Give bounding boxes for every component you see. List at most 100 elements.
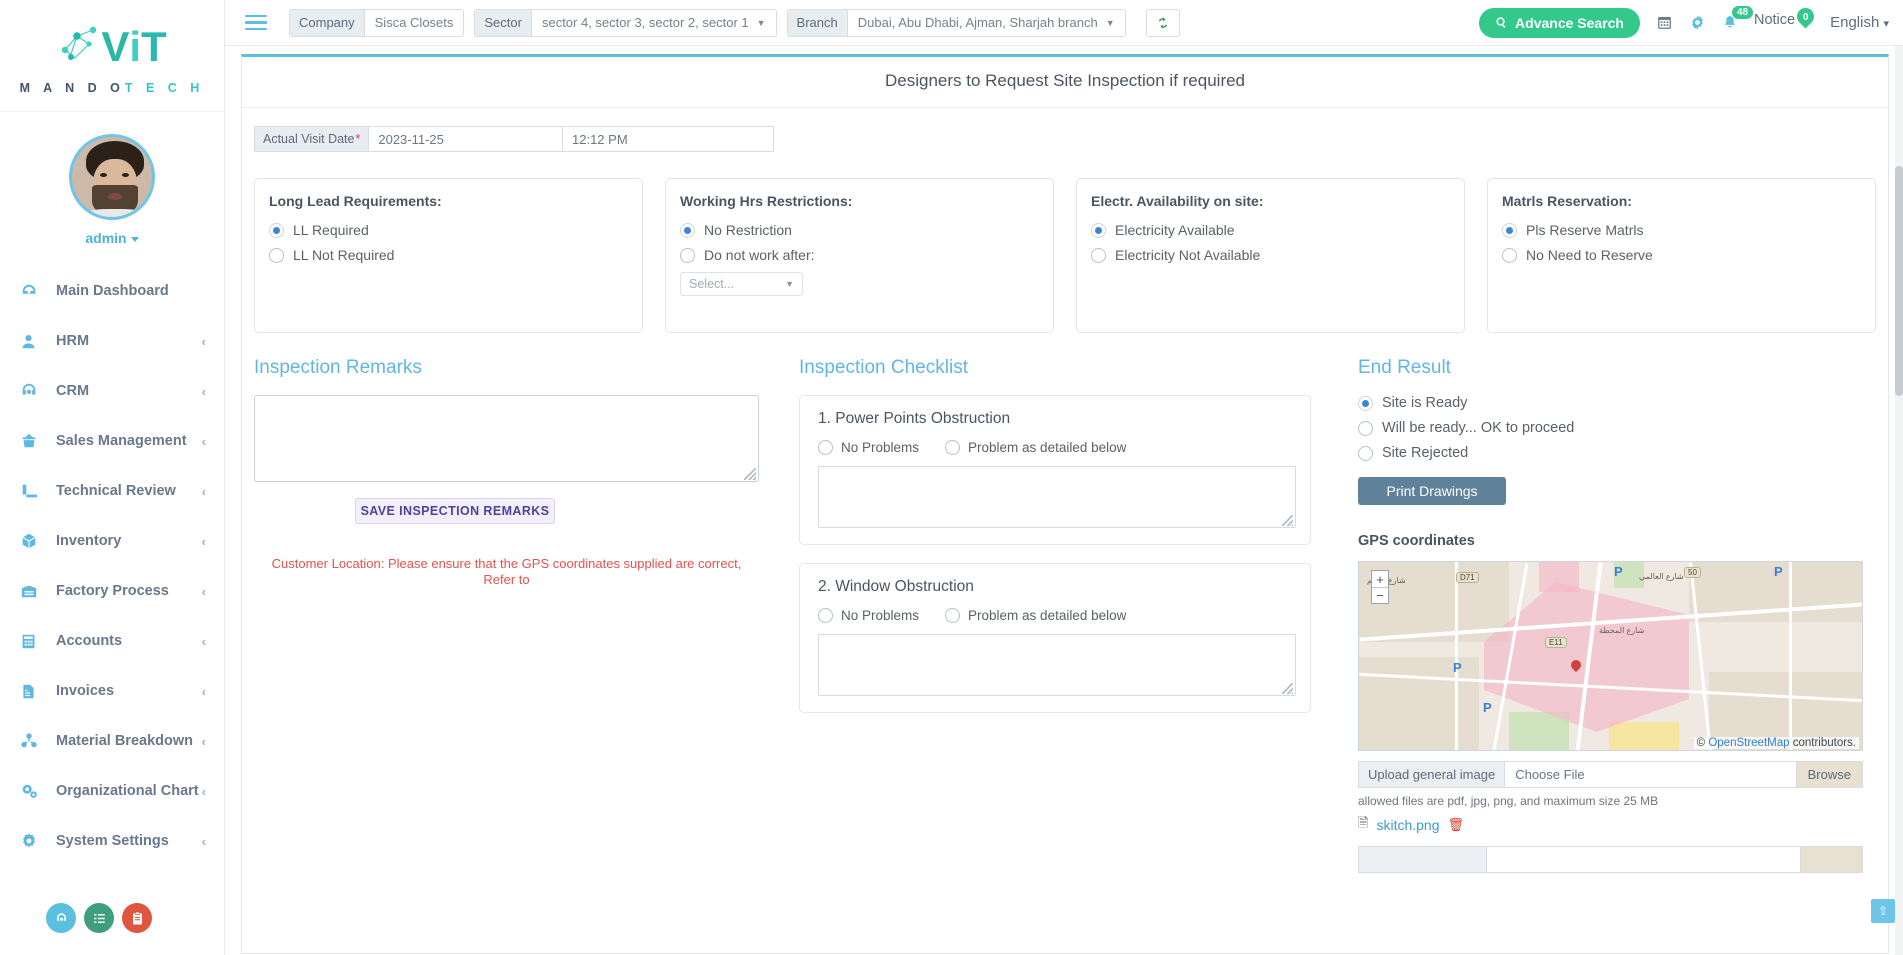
brand-logo[interactable]: V i T M A N D OT E C H (0, 0, 224, 112)
avatar[interactable] (69, 134, 155, 220)
refresh-button[interactable] (1145, 8, 1180, 37)
clipboard-fab[interactable] (122, 903, 152, 933)
sidebar-item-system-settings[interactable]: System Settings ‹ (0, 816, 224, 866)
upload-file-input-2[interactable] (1487, 847, 1800, 872)
radio-option-no-need-to-reserve[interactable]: No Need to Reserve (1502, 247, 1861, 263)
content-panel: Designers to Request Site Inspection if … (241, 54, 1889, 954)
checklist-option-problem-detailed[interactable]: Problem as detailed below (945, 608, 1126, 623)
sidebar-item-accounts[interactable]: Accounts ‹ (0, 616, 224, 666)
actual-visit-date-label: Actual Visit Date * (255, 127, 370, 151)
inspection-remarks-textarea[interactable] (254, 395, 759, 482)
radio-icon[interactable] (945, 608, 961, 623)
checklist-detail-textarea[interactable] (818, 634, 1296, 696)
sidebar-item-main-dashboard[interactable]: Main Dashboard (0, 266, 224, 316)
checklist-option-problem-detailed[interactable]: Problem as detailed below (945, 440, 1126, 455)
resize-grip-icon[interactable] (744, 468, 756, 480)
chevron-right-icon: ‹ (201, 333, 206, 349)
parking-marker: P (1483, 700, 1492, 715)
end-result-option-will-be-ready[interactable]: Will be ready... OK to proceed (1358, 420, 1876, 436)
gear-icon[interactable] (1689, 14, 1706, 31)
map-zoom-in-button[interactable]: + (1372, 571, 1388, 587)
map-zoom-out-button[interactable]: − (1372, 587, 1388, 603)
visit-date-input[interactable]: 2023-11-25 (369, 127, 563, 151)
save-inspection-remarks-button[interactable]: SAVE INSPECTION REMARKS (355, 498, 555, 524)
browse-button-2[interactable] (1800, 847, 1862, 872)
sector-selector[interactable]: Sector sector 4, sector 3, sector 2, sec… (474, 8, 777, 37)
radio-icon[interactable] (680, 222, 695, 238)
scrollbar-thumb[interactable] (1895, 166, 1903, 396)
sidebar-item-invoices[interactable]: Invoices ‹ (0, 666, 224, 716)
card-title: Long Lead Requirements: (269, 193, 442, 209)
radio-option-ll-required[interactable]: LL Required (269, 222, 628, 238)
company-value[interactable]: Sisca Closets (364, 9, 464, 36)
chevron-right-icon: ‹ (201, 683, 206, 699)
checklist-detail-textarea[interactable] (818, 466, 1296, 528)
radio-option-electricity-available[interactable]: Electricity Available (1091, 222, 1450, 238)
radio-label: Will be ready... OK to proceed (1382, 420, 1575, 436)
checklist-option-no-problems[interactable]: No Problems (818, 440, 919, 455)
trash-icon[interactable]: 🗑 (1448, 817, 1465, 833)
chevron-down-icon: ▾ (1883, 18, 1889, 30)
radio-icon[interactable] (1091, 247, 1106, 263)
radio-icon[interactable] (269, 222, 284, 238)
branch-value[interactable]: Dubai, Abu Dhabi, Ajman, Sharjah branch … (847, 9, 1125, 36)
radio-option-ll-not-required[interactable]: LL Not Required (269, 247, 628, 263)
radio-icon[interactable] (1358, 420, 1373, 436)
radio-icon[interactable] (269, 247, 284, 263)
radio-icon[interactable] (818, 440, 833, 455)
radio-icon[interactable] (1358, 445, 1373, 461)
bell-icon[interactable]: 48 (1722, 6, 1754, 31)
support-fab[interactable] (46, 903, 76, 933)
advance-search-button[interactable]: Advance Search (1479, 7, 1640, 38)
sidebar-item-sales-management[interactable]: Sales Management ‹ (0, 416, 224, 466)
branch-selector[interactable]: Branch Dubai, Abu Dhabi, Ajman, Sharjah … (786, 8, 1126, 37)
sidebar-item-inventory[interactable]: Inventory ‹ (0, 516, 224, 566)
end-result-option-site-rejected[interactable]: Site Rejected (1358, 445, 1876, 461)
visit-time-input[interactable]: 12:12 PM (563, 127, 773, 151)
page-scrollbar[interactable] (1895, 46, 1903, 955)
openstreetmap-link[interactable]: OpenStreetMap (1708, 737, 1789, 749)
calendar-icon[interactable] (1656, 14, 1673, 31)
sidebar-item-hrm[interactable]: HRM ‹ (0, 316, 224, 366)
company-selector[interactable]: Company Sisca Closets (289, 8, 465, 37)
radio-option-no-restriction[interactable]: No Restriction (680, 222, 1039, 238)
upload-file-input[interactable]: Choose File (1505, 762, 1796, 787)
gps-map[interactable]: P P P P D71 E11 50 شارع العالم شارع العا… (1358, 561, 1863, 751)
notice-count: 0 (1802, 11, 1809, 23)
radio-icon[interactable] (818, 608, 833, 623)
checklist-option-no-problems[interactable]: No Problems (818, 608, 919, 623)
end-result-option-site-ready[interactable]: Site is Ready (1358, 395, 1876, 411)
radio-option-do-not-work-after[interactable]: Do not work after: (680, 247, 1039, 263)
sidebar-item-technical-review[interactable]: Technical Review ‹ (0, 466, 224, 516)
notification-badge: 48 (1731, 6, 1754, 19)
sidebar-item-material-breakdown[interactable]: Material Breakdown ‹ (0, 716, 224, 766)
radio-icon[interactable] (1091, 222, 1106, 238)
radio-option-pls-reserve-matrls[interactable]: Pls Reserve Matrls (1502, 222, 1861, 238)
sidebar-menu: Main Dashboard HRM ‹ CRM ‹ Sales Managem… (0, 266, 224, 866)
browse-button[interactable]: Browse (1795, 762, 1862, 787)
user-menu-toggle[interactable]: admin (0, 230, 224, 246)
sidebar-item-crm[interactable]: CRM ‹ (0, 366, 224, 416)
main-area: Company Sisca Closets Sector sector 4, s… (225, 0, 1903, 955)
radio-icon[interactable] (945, 440, 961, 455)
sidebar-item-label: Material Breakdown (56, 733, 193, 749)
resize-grip-icon[interactable] (1282, 683, 1293, 694)
tasks-fab[interactable] (84, 903, 114, 933)
work-after-time-select[interactable]: Select... ▼ (680, 272, 803, 296)
sidebar-item-organizational-chart[interactable]: Organizational Chart ‹ (0, 766, 224, 816)
radio-icon[interactable] (1358, 395, 1373, 411)
scroll-to-top-button[interactable]: ⇧ (1871, 899, 1895, 923)
radio-icon[interactable] (680, 247, 695, 263)
language-selector[interactable]: English ▾ (1830, 14, 1889, 31)
radio-option-electricity-not-available[interactable]: Electricity Not Available (1091, 247, 1450, 263)
hamburger-icon[interactable] (245, 14, 267, 31)
print-drawings-button[interactable]: Print Drawings (1358, 477, 1506, 505)
radio-icon[interactable] (1502, 247, 1517, 263)
sector-value[interactable]: sector 4, sector 3, sector 2, sector 1 ▼ (531, 9, 776, 36)
notice-button[interactable]: Notice 0 (1754, 3, 1818, 34)
sidebar-item-factory-process[interactable]: Factory Process ‹ (0, 566, 224, 616)
uploaded-file-link[interactable]: skitch.png (1376, 817, 1439, 833)
map-zoom-controls[interactable]: + − (1371, 570, 1389, 604)
resize-grip-icon[interactable] (1282, 515, 1293, 526)
radio-icon[interactable] (1502, 222, 1517, 238)
